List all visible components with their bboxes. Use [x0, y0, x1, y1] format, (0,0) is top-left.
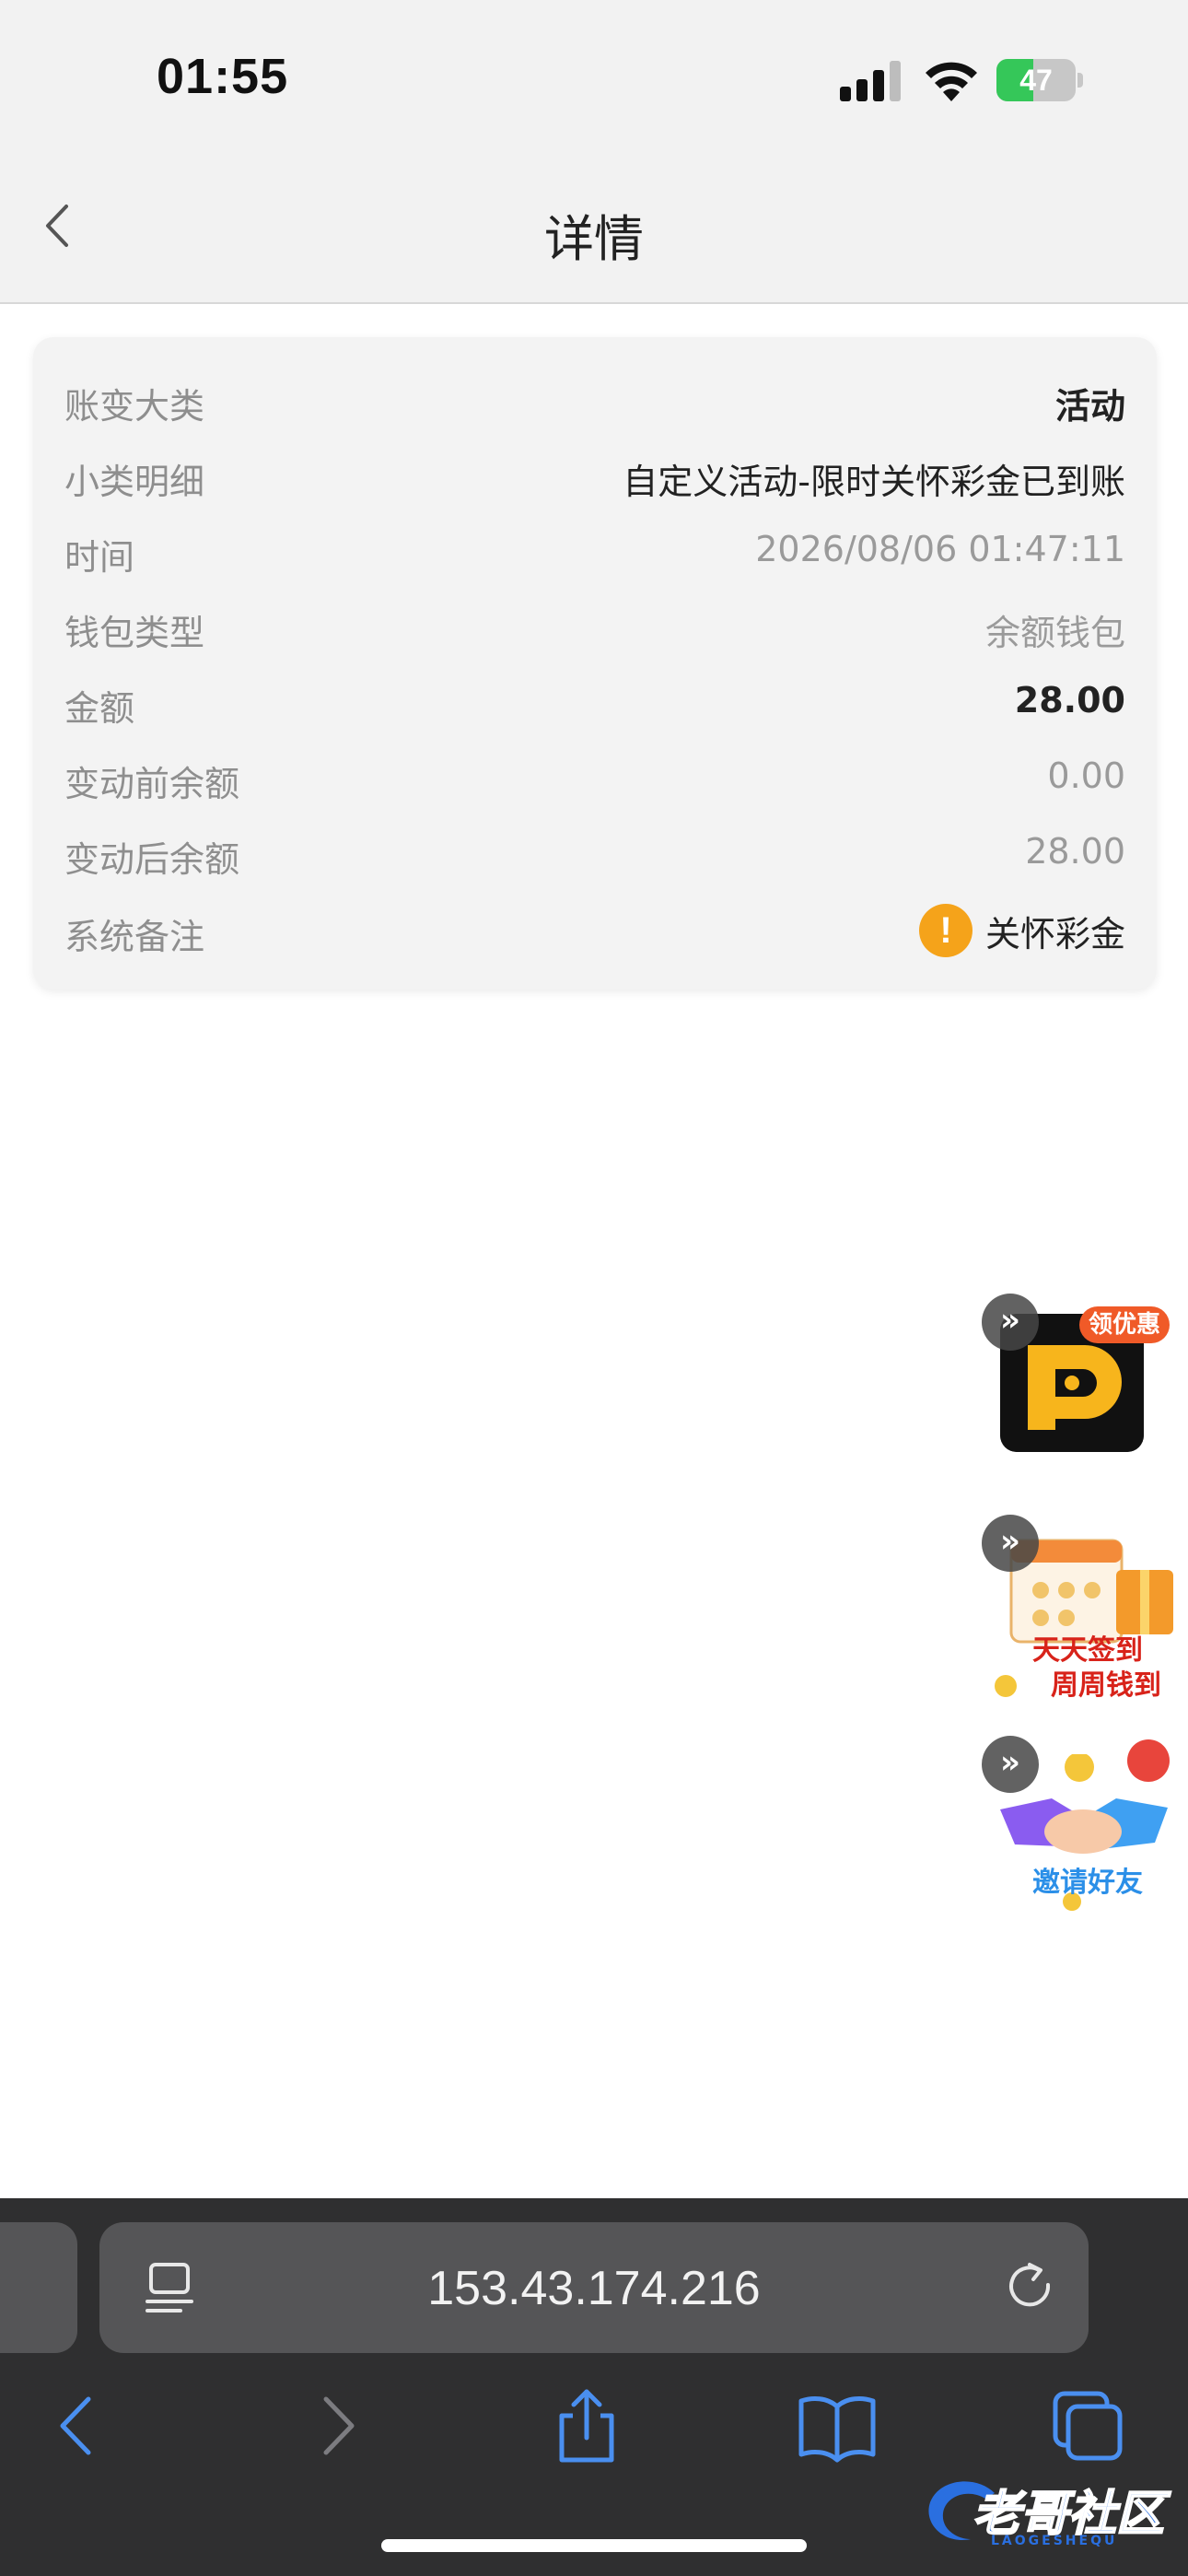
remark-value: ! 关怀彩金	[918, 903, 1125, 958]
remark-text: 关怀彩金	[984, 913, 1125, 954]
detail-row-balance-before: 变动前余额 0.00	[64, 746, 1125, 811]
row-label: 小类明细	[64, 462, 205, 502]
detail-row-subcategory: 小类明细 自定义活动-限时关怀彩金已到账	[64, 444, 1125, 509]
detail-row-remark: 系统备注 ! 关怀彩金	[64, 899, 1125, 964]
row-value: 28.00	[1014, 680, 1125, 720]
bookmarks-icon[interactable]	[796, 2384, 879, 2467]
tabs-icon[interactable]	[1046, 2384, 1129, 2467]
reload-icon[interactable]	[1002, 2259, 1059, 2316]
invite-widget[interactable]: » 邀请好友	[982, 1736, 1188, 1929]
row-value: 自定义活动-限时关怀彩金已到账	[623, 462, 1125, 502]
detail-row-category: 账变大类 活动	[64, 369, 1125, 433]
invite-caption: 邀请好友	[1032, 1867, 1143, 1899]
row-label: 系统备注	[64, 917, 205, 957]
row-value: 2026/08/06 01:47:11	[755, 529, 1125, 569]
checkin-caption-2: 周周钱到	[1051, 1669, 1161, 1702]
detail-row-time: 时间 2026/08/06 01:47:11	[64, 520, 1125, 584]
nav-bar: 详情	[0, 147, 1188, 304]
collapse-icon[interactable]: »	[982, 1294, 1039, 1351]
row-value: 余额钱包	[984, 613, 1125, 653]
checkin-widget[interactable]: » 天天签到 周周钱到	[982, 1515, 1188, 1708]
detail-card: 账变大类 活动 小类明细 自定义活动-限时关怀彩金已到账 时间 2026/08/…	[33, 337, 1157, 989]
cellular-signal-icon	[840, 61, 901, 101]
promo-badge: 领优惠	[1079, 1306, 1171, 1343]
status-time: 01:55	[157, 49, 289, 104]
browser-back-icon[interactable]	[37, 2384, 120, 2467]
row-label: 变动前余额	[64, 764, 240, 804]
detail-row-balance-after: 变动后余额 28.00	[64, 822, 1125, 886]
address-text: 153.43.174.216	[427, 2262, 761, 2315]
watermark-logo: 老哥社区 LAOGESHEQU	[921, 2469, 1179, 2558]
home-indicator[interactable]	[381, 2539, 807, 2552]
detail-row-wallet-type: 钱包类型 余额钱包	[64, 595, 1125, 660]
watermark-subtext: LAOGESHEQU	[991, 2534, 1118, 2548]
collapse-icon[interactable]: »	[982, 1736, 1039, 1793]
collapse-icon[interactable]: »	[982, 1515, 1039, 1572]
promo-widget[interactable]: » 领优惠	[982, 1294, 1188, 1487]
detail-row-amount: 金额 28.00	[64, 671, 1125, 735]
notification-dot	[1127, 1739, 1170, 1782]
battery-percent: 47	[1019, 64, 1053, 97]
row-value: 活动	[1054, 386, 1125, 427]
status-bar: 01:55 47	[0, 0, 1188, 147]
browser-forward-icon[interactable]	[295, 2384, 378, 2467]
row-label: 变动后余额	[64, 839, 240, 880]
warning-icon: !	[918, 904, 973, 957]
page-title: 详情	[544, 210, 644, 268]
row-value: 28.00	[1025, 831, 1125, 872]
row-label: 金额	[64, 688, 135, 729]
address-bar[interactable]: 153.43.174.216	[99, 2222, 1089, 2353]
row-label: 账变大类	[64, 386, 205, 427]
battery-icon: 47	[996, 59, 1085, 101]
share-icon[interactable]	[545, 2384, 628, 2467]
row-value: 0.00	[1047, 755, 1125, 796]
wifi-icon	[926, 62, 977, 101]
row-label: 时间	[64, 537, 135, 578]
row-label: 钱包类型	[64, 613, 205, 653]
previous-tab[interactable]	[0, 2222, 77, 2353]
